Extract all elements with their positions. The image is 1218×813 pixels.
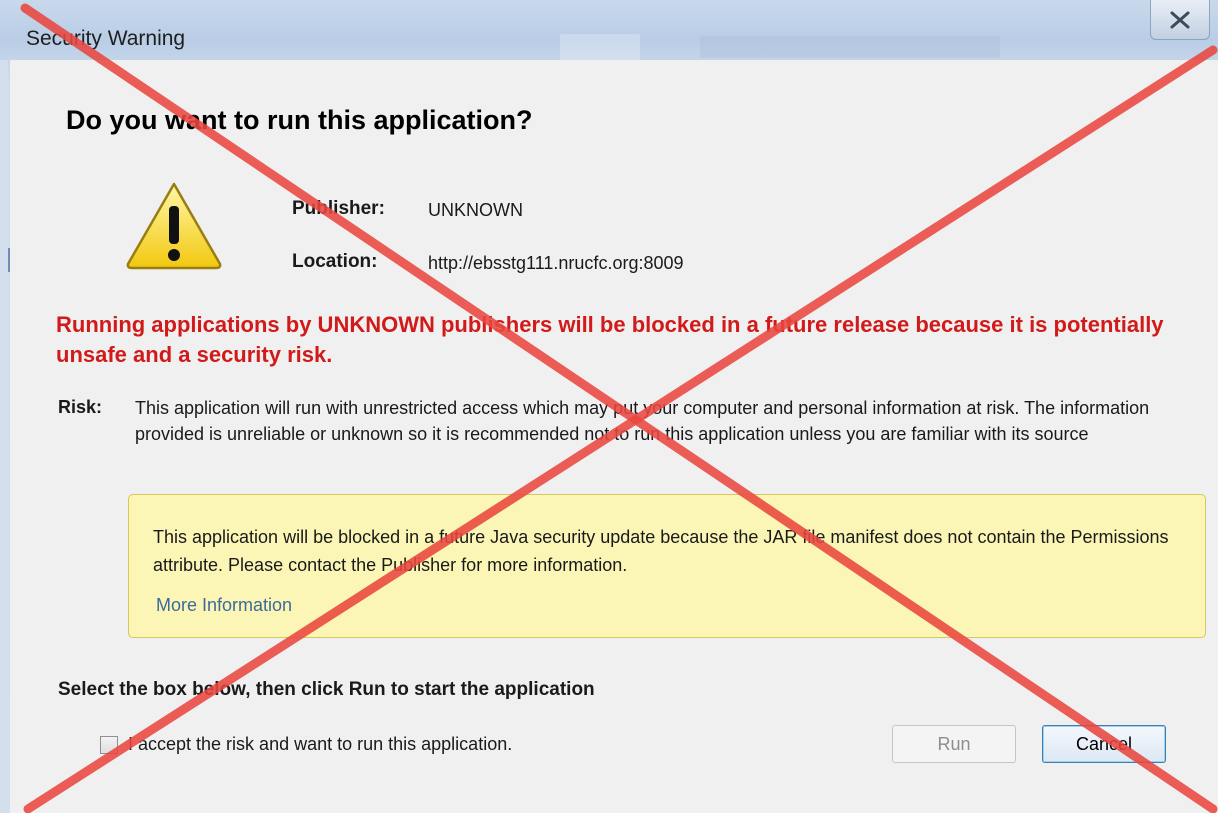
warning-icon xyxy=(126,182,222,270)
location-label: Location: xyxy=(292,251,378,272)
select-instruction: Select the box below, then click Run to … xyxy=(58,679,595,700)
more-information-link[interactable]: More Information xyxy=(156,595,292,616)
publisher-label: Publisher: xyxy=(292,198,385,219)
accept-risk-checkbox[interactable] xyxy=(100,736,118,754)
title-glare-background xyxy=(700,36,1000,58)
close-icon xyxy=(1170,11,1190,28)
cancel-button[interactable]: Cancel xyxy=(1042,725,1166,763)
dialog-question: Do you want to run this application? xyxy=(66,105,533,135)
accept-risk-label[interactable]: I accept the risk and want to run this a… xyxy=(128,734,512,755)
window-left-edge xyxy=(0,60,8,813)
publisher-value: UNKNOWN xyxy=(428,200,523,220)
blocked-warning-text: Running applications by UNKNOWN publishe… xyxy=(56,312,1164,367)
title-glare xyxy=(560,34,640,60)
security-warning-window: Security Warning Do you want to run this… xyxy=(0,0,1218,813)
close-button[interactable] xyxy=(1150,0,1210,40)
info-text: This application will be blocked in a fu… xyxy=(153,527,1169,575)
risk-label: Risk: xyxy=(58,397,103,417)
window-title: Security Warning xyxy=(26,27,186,50)
dialog-content: Do you want to run this application? Pub… xyxy=(10,60,1218,813)
title-bar[interactable]: Security Warning xyxy=(0,0,1218,60)
run-button[interactable]: Run xyxy=(892,725,1016,763)
risk-description: This application will run with unrestric… xyxy=(135,398,1150,444)
info-box: This application will be blocked in a fu… xyxy=(128,494,1206,638)
location-value: http://ebsstg111.nrucfc.org:8009 xyxy=(428,253,684,273)
